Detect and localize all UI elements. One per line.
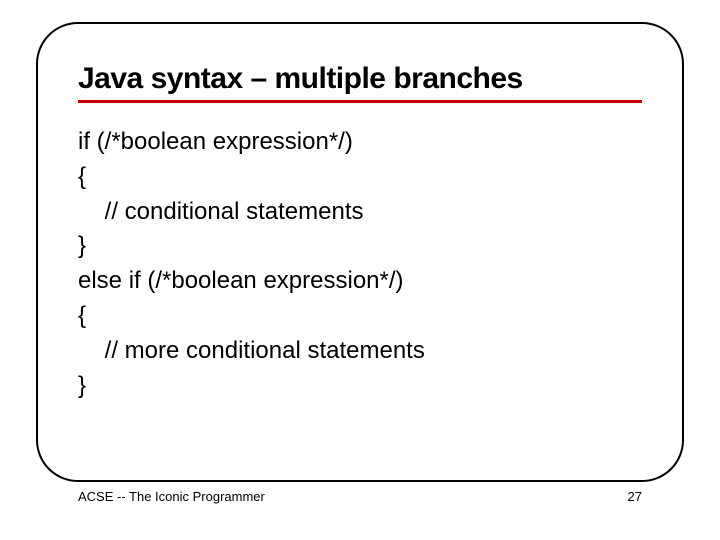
slide-title: Java syntax – multiple branches: [78, 62, 642, 103]
code-line: {: [78, 160, 642, 195]
code-line: else if (/*boolean expression*/): [78, 264, 642, 299]
code-block: if (/*boolean expression*/) { // conditi…: [78, 125, 642, 403]
code-line: // conditional statements: [78, 195, 642, 230]
code-line: // more conditional statements: [78, 334, 642, 369]
footer-left: ACSE -- The Iconic Programmer: [78, 489, 265, 504]
code-line: }: [78, 369, 642, 404]
slide-frame: Java syntax – multiple branches if (/*bo…: [36, 22, 684, 482]
code-line: {: [78, 299, 642, 334]
code-line: }: [78, 229, 642, 264]
code-line: if (/*boolean expression*/): [78, 125, 642, 160]
slide-footer: ACSE -- The Iconic Programmer 27: [78, 489, 642, 504]
slide-number: 27: [628, 489, 642, 504]
